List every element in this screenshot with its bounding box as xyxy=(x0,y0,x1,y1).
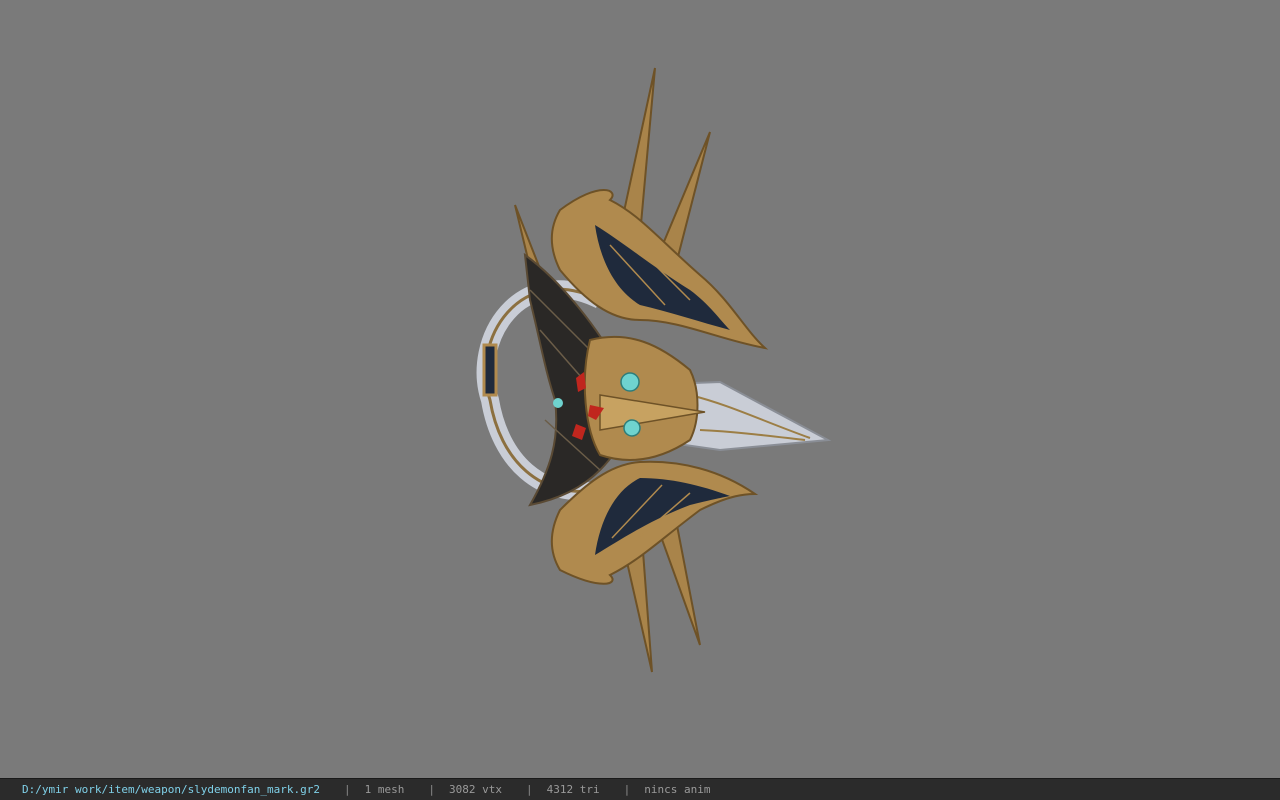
separator: | xyxy=(623,783,631,796)
3d-weapon-model[interactable] xyxy=(0,0,1280,778)
mesh-count-label: 1 mesh xyxy=(364,783,405,796)
separator: | xyxy=(428,783,436,796)
separator: | xyxy=(344,783,351,796)
3d-viewport[interactable] xyxy=(0,0,1280,778)
vertex-count-label: 3082 vtx xyxy=(449,783,502,796)
triangle-count-label: 4312 tri xyxy=(546,783,600,796)
center-ornament xyxy=(583,335,706,461)
file-path-label: D:/ymir work/item/weapon/slydemonfan_mar… xyxy=(22,783,321,796)
animation-status-label: nincs anim xyxy=(644,783,711,796)
status-bar: D:/ymir work/item/weapon/slydemonfan_mar… xyxy=(0,778,1280,800)
separator: | xyxy=(526,783,533,796)
